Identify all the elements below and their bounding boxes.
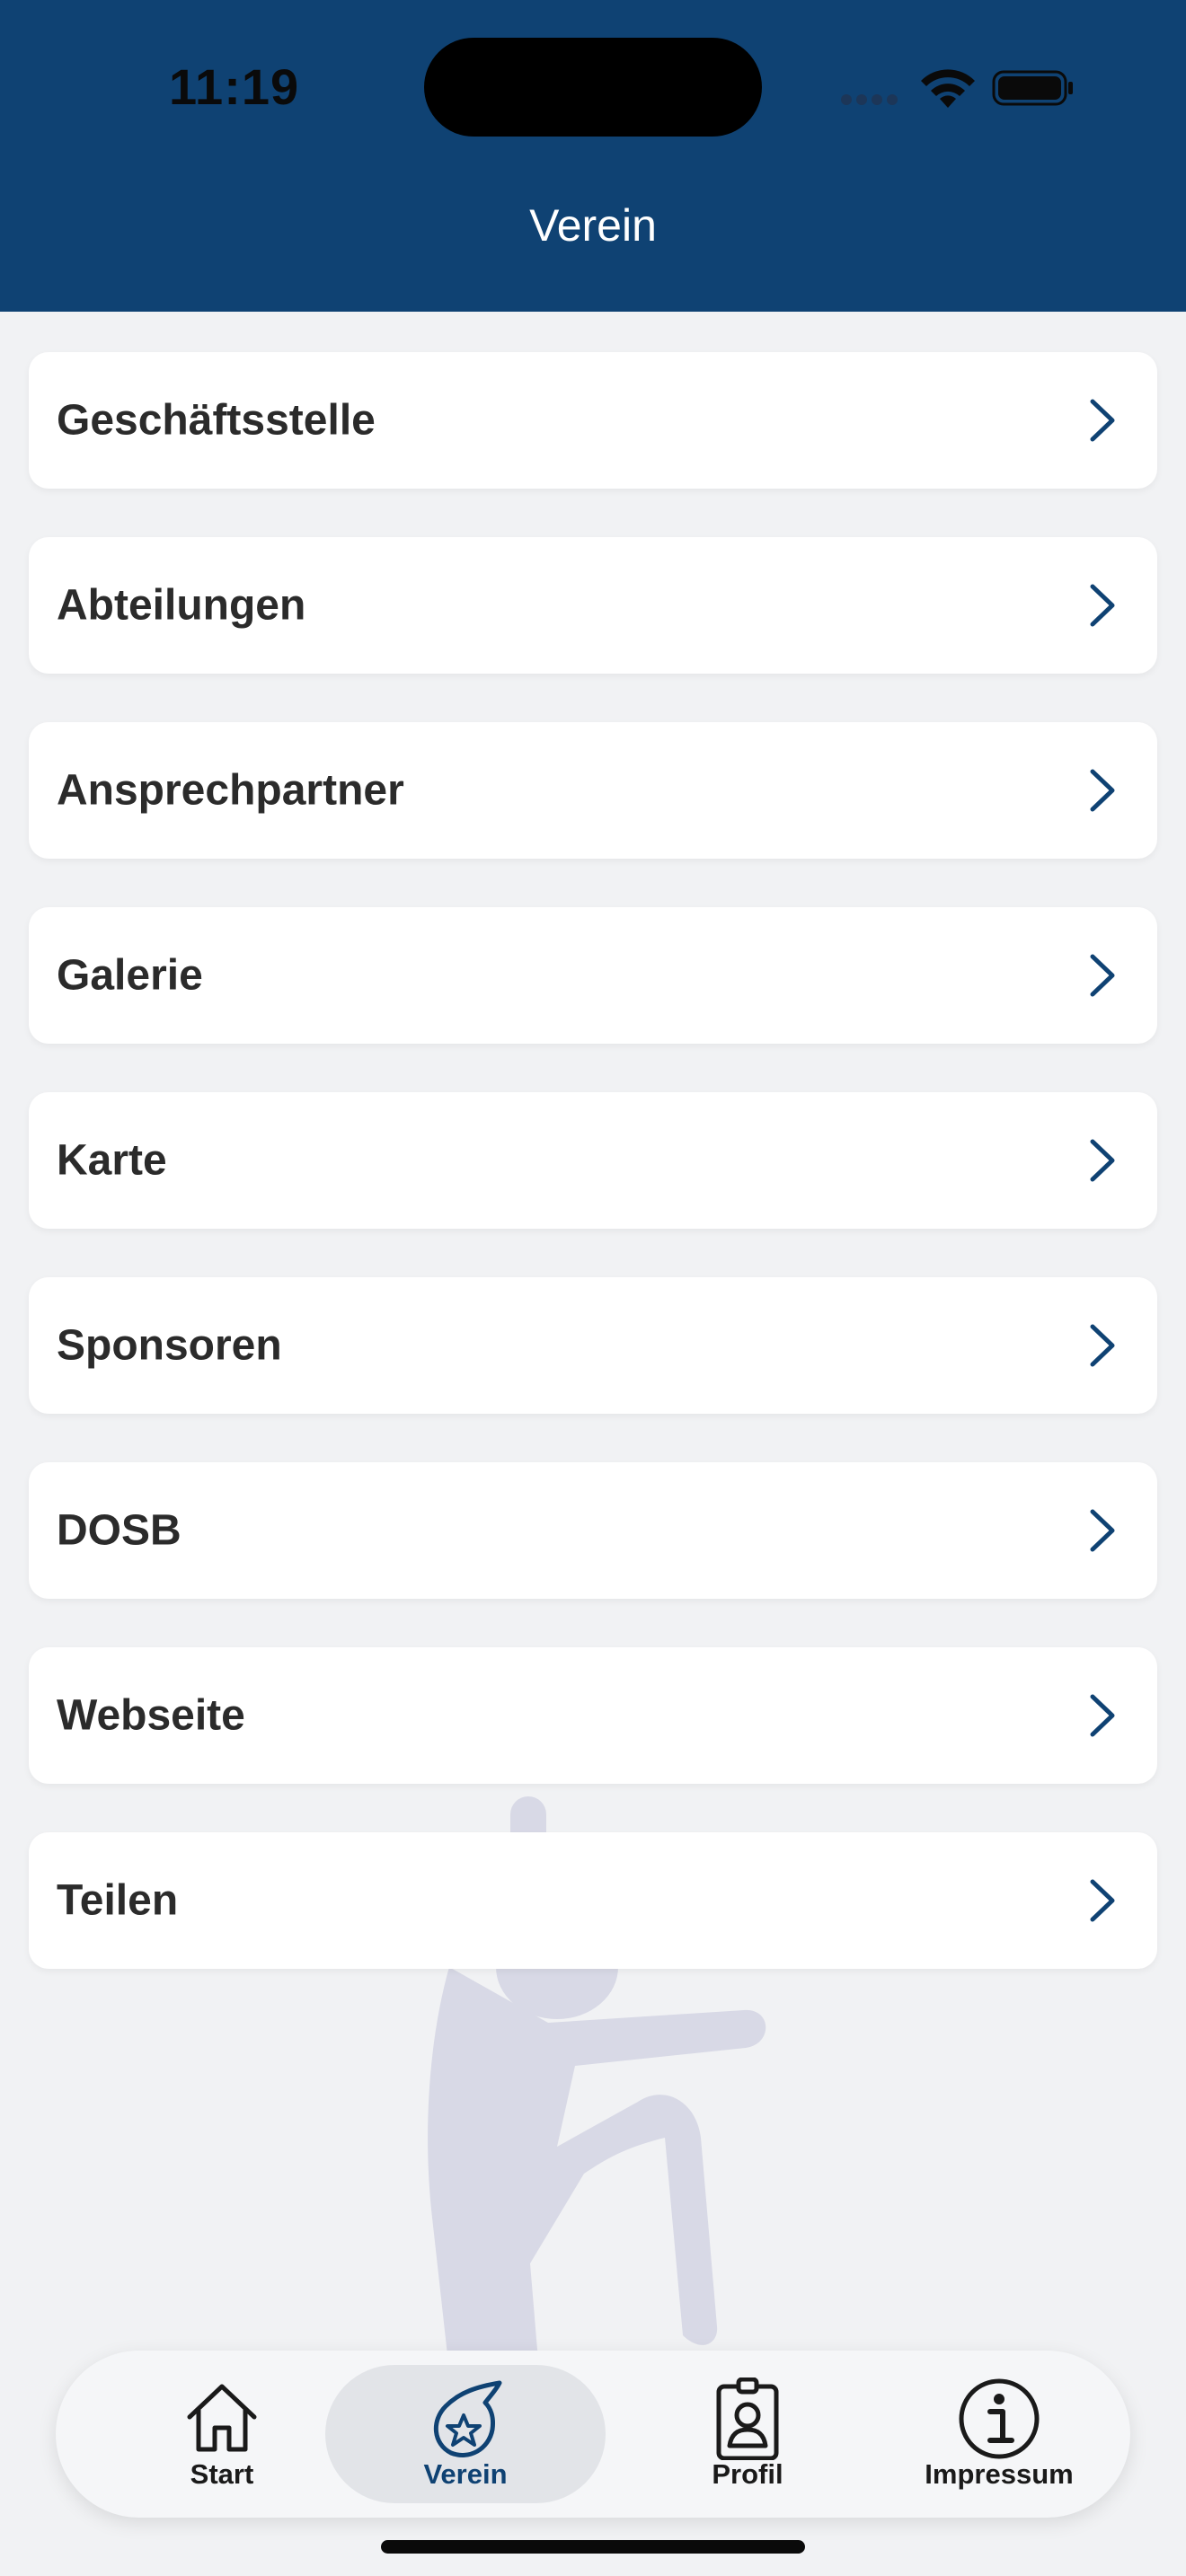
tab-label: Impressum (925, 2458, 1074, 2490)
chevron-right-icon (1090, 1324, 1115, 1367)
menu-item-label: Abteilungen (57, 581, 306, 630)
menu-item-sponsoren[interactable]: Sponsoren (29, 1277, 1157, 1414)
chevron-right-icon (1090, 399, 1115, 442)
menu-item-label: Ansprechpartner (57, 766, 404, 815)
menu-item-ansprechpartner[interactable]: Ansprechpartner (29, 722, 1157, 859)
club-star-icon (433, 2380, 502, 2457)
menu-item-karte[interactable]: Karte (29, 1092, 1157, 1229)
chevron-right-icon (1090, 584, 1115, 627)
menu-item-geschaeftsstelle[interactable]: Geschäftsstelle (29, 352, 1157, 489)
club-menu-list: Geschäftsstelle Abteilungen Ansprechpart… (29, 352, 1157, 2017)
menu-item-label: Sponsoren (57, 1321, 282, 1370)
status-icons (836, 61, 1078, 111)
tab-verein[interactable]: Verein (325, 2351, 606, 2518)
chevron-right-icon (1090, 1509, 1115, 1552)
bottom-tab-bar: Start Verein Profil Impressum (56, 2351, 1130, 2518)
chevron-right-icon (1090, 954, 1115, 997)
home-indicator[interactable] (381, 2540, 805, 2554)
app-header: 11:19 Verein (0, 0, 1186, 312)
dynamic-island (424, 38, 762, 137)
menu-item-label: DOSB (57, 1506, 181, 1555)
tab-label: Verein (423, 2458, 508, 2490)
tab-start[interactable]: Start (137, 2351, 307, 2518)
wifi-icon (921, 69, 975, 108)
status-time: 11:19 (169, 58, 300, 115)
menu-item-abteilungen[interactable]: Abteilungen (29, 537, 1157, 674)
menu-item-galerie[interactable]: Galerie (29, 907, 1157, 1044)
chevron-right-icon (1090, 1694, 1115, 1737)
menu-item-dosb[interactable]: DOSB (29, 1462, 1157, 1599)
profile-badge-icon (716, 2378, 779, 2460)
tab-label: Profil (712, 2458, 783, 2490)
menu-item-label: Teilen (57, 1876, 179, 1925)
home-icon (187, 2384, 257, 2452)
menu-item-label: Geschäftsstelle (57, 396, 376, 445)
menu-item-teilen[interactable]: Teilen (29, 1832, 1157, 1969)
chevron-right-icon (1090, 769, 1115, 812)
info-icon (959, 2378, 1040, 2459)
menu-item-label: Galerie (57, 951, 203, 1000)
menu-item-label: Webseite (57, 1691, 245, 1740)
menu-item-label: Karte (57, 1136, 167, 1185)
chevron-right-icon (1090, 1879, 1115, 1922)
app-screen: 11:19 Verein Geschäftsstelle Abteilungen… (0, 0, 1186, 2576)
chevron-right-icon (1090, 1139, 1115, 1182)
cellular-signal-icon (841, 93, 904, 105)
tab-profil[interactable]: Profil (649, 2351, 846, 2518)
battery-icon (992, 70, 1073, 106)
menu-item-webseite[interactable]: Webseite (29, 1647, 1157, 1784)
tab-label: Start (190, 2458, 254, 2490)
tab-impressum[interactable]: Impressum (882, 2351, 1116, 2518)
page-title: Verein (529, 200, 657, 251)
